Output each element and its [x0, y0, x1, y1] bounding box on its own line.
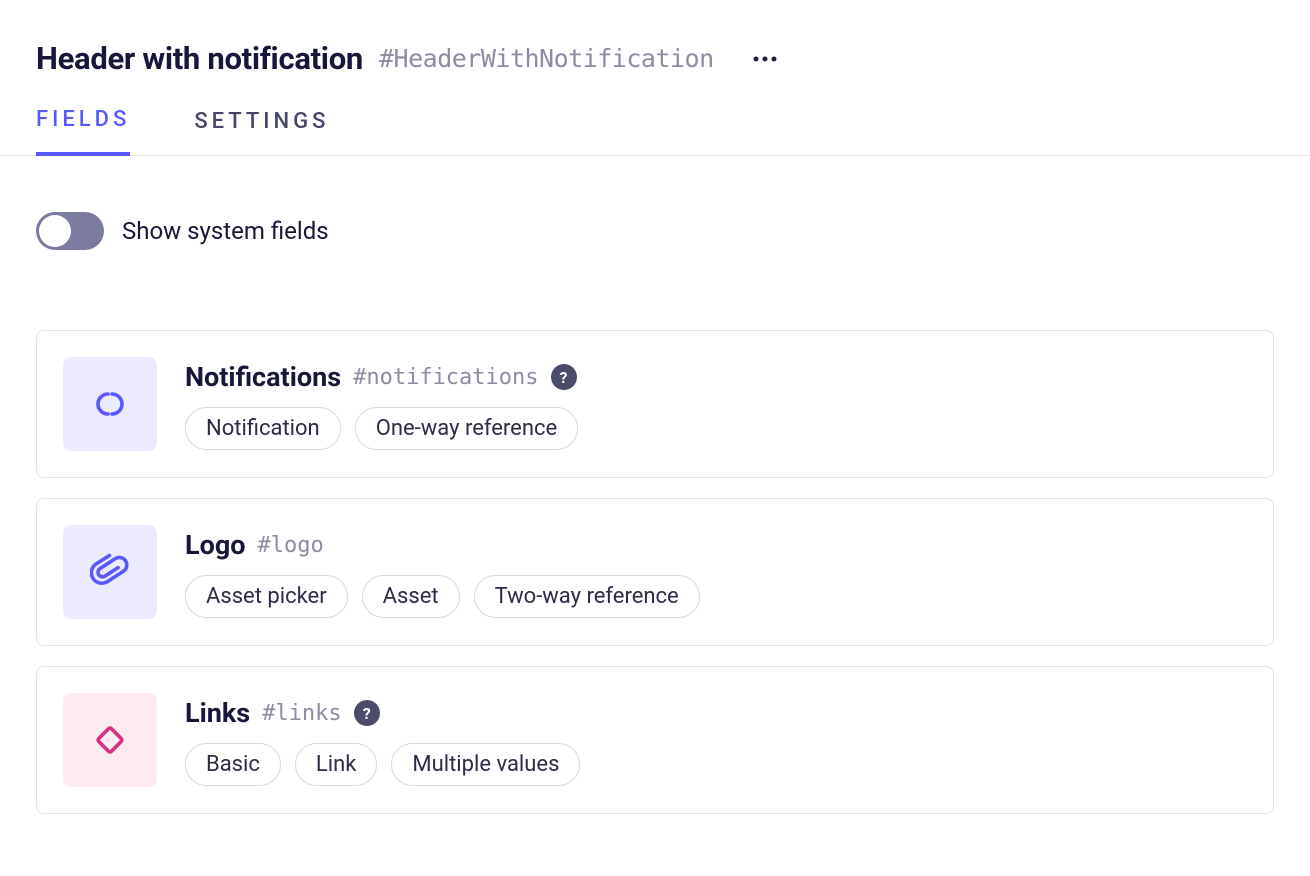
- field-tag: Notification: [185, 407, 341, 450]
- field-title-row: Logo #logo: [185, 529, 700, 561]
- dots-horizontal-icon: [752, 55, 778, 63]
- field-tags: Asset picker Asset Two-way reference: [185, 575, 700, 618]
- more-menu-button[interactable]: [746, 51, 784, 67]
- field-body: Notifications #notifications ? Notificat…: [185, 357, 578, 450]
- field-body: Links #links ? Basic Link Multiple value…: [185, 693, 580, 786]
- paperclip-icon: [90, 552, 130, 592]
- system-fields-toggle-label: Show system fields: [122, 217, 329, 245]
- system-fields-toggle-row: Show system fields: [36, 212, 1274, 250]
- field-slug: #logo: [258, 533, 324, 558]
- field-tag: Two-way reference: [474, 575, 700, 618]
- field-slug: #notifications: [353, 365, 538, 390]
- page-title: Header with notification: [36, 40, 363, 77]
- field-title: Notifications: [185, 361, 341, 393]
- field-title: Links: [185, 697, 250, 729]
- field-card-links[interactable]: Links #links ? Basic Link Multiple value…: [36, 666, 1274, 814]
- field-icon-container: [63, 693, 157, 787]
- field-tag: Link: [295, 743, 378, 786]
- field-icon-container: [63, 357, 157, 451]
- diamond-icon: [90, 720, 130, 760]
- toggle-knob: [39, 215, 71, 247]
- field-tag: Basic: [185, 743, 281, 786]
- field-tag: Asset picker: [185, 575, 348, 618]
- field-title: Logo: [185, 529, 246, 561]
- help-icon[interactable]: ?: [551, 364, 577, 390]
- page-slug: #HeaderWithNotification: [379, 44, 714, 73]
- content-area: Show system fields Notifications #notifi…: [0, 156, 1310, 874]
- tab-settings[interactable]: SETTINGS: [194, 107, 329, 155]
- field-tag: Multiple values: [391, 743, 580, 786]
- field-tags: Notification One-way reference: [185, 407, 578, 450]
- field-title-row: Notifications #notifications ?: [185, 361, 578, 393]
- link-icon: [90, 384, 130, 424]
- field-card-notifications[interactable]: Notifications #notifications ? Notificat…: [36, 330, 1274, 478]
- field-tag: One-way reference: [355, 407, 578, 450]
- field-tags: Basic Link Multiple values: [185, 743, 580, 786]
- page-header: Header with notification #HeaderWithNoti…: [0, 0, 1310, 89]
- tabs: FIELDS SETTINGS: [0, 89, 1310, 156]
- help-icon[interactable]: ?: [354, 700, 380, 726]
- field-icon-container: [63, 525, 157, 619]
- field-tag: Asset: [362, 575, 460, 618]
- tab-fields[interactable]: FIELDS: [36, 107, 130, 156]
- field-slug: #links: [262, 701, 341, 726]
- system-fields-toggle[interactable]: [36, 212, 104, 250]
- field-body: Logo #logo Asset picker Asset Two-way re…: [185, 525, 700, 618]
- field-card-logo[interactable]: Logo #logo Asset picker Asset Two-way re…: [36, 498, 1274, 646]
- field-title-row: Links #links ?: [185, 697, 580, 729]
